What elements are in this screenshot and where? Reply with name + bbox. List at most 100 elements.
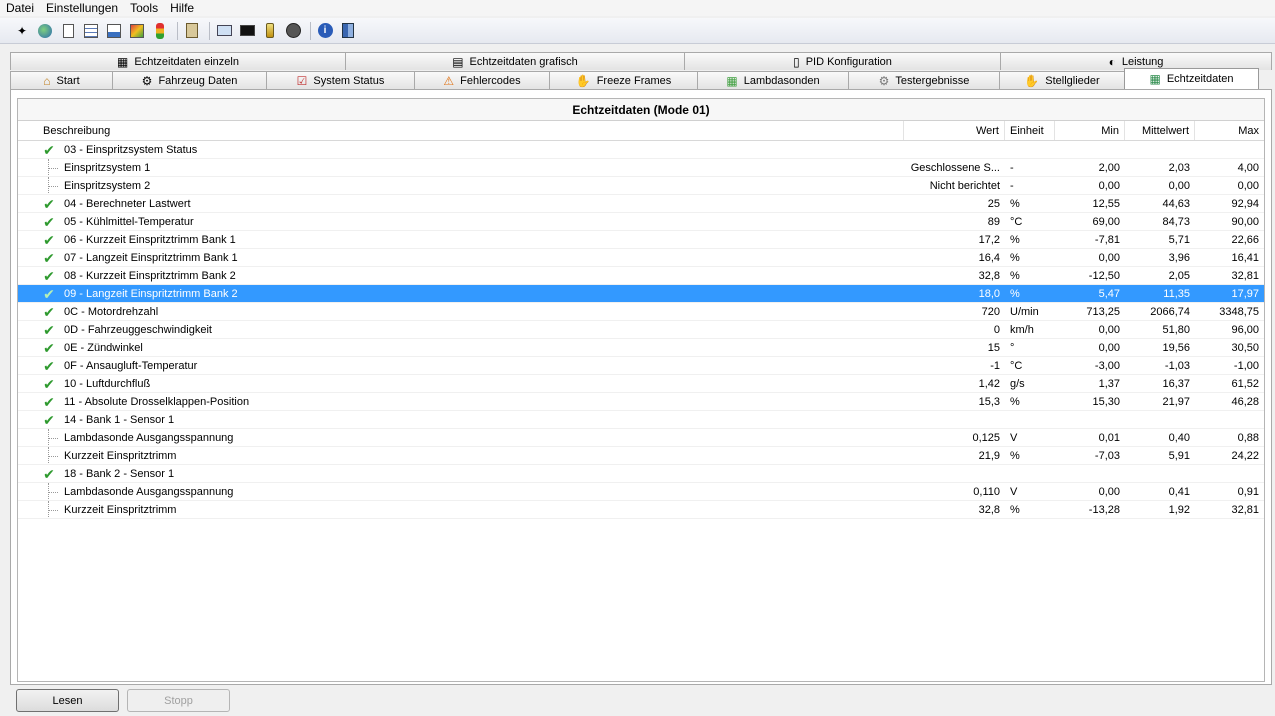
- cell-mittelwert: 2,05: [1168, 270, 1190, 282]
- cell-min: -7,81: [1094, 234, 1120, 246]
- table-row[interactable]: ✔ 0C - Motordrehzahl 720 U/min 713,25 2066,74…: [18, 303, 1264, 321]
- tab-pid-konfiguration[interactable]: ▯ PID Konfiguration: [684, 52, 1001, 70]
- menu-einstellungen[interactable]: Einstellungen: [40, 0, 124, 16]
- tab-row-top: ▦ Echtzeitdaten einzeln ▤ Echtzeitdaten …: [10, 52, 1272, 70]
- traffic-light-icon[interactable]: [150, 21, 170, 41]
- menu-hilfe[interactable]: Hilfe: [164, 0, 200, 16]
- colored-chart-icon[interactable]: [127, 21, 147, 41]
- cell-beschreibung: ✔ 09 - Langzeit Einspritztrimm Bank 2: [18, 285, 904, 302]
- col-header-beschreibung[interactable]: Beschreibung: [18, 121, 904, 140]
- col-header-mittelwert[interactable]: Mittelwert: [1125, 121, 1195, 140]
- tab-label: Stellglieder: [1045, 74, 1100, 87]
- cell-min: [1055, 141, 1125, 158]
- cell-beschreibung: Lambdasonde Ausgangsspannung: [18, 483, 904, 500]
- col-header-einheit[interactable]: Einheit: [1005, 121, 1055, 140]
- tab-start[interactable]: ⌂ Start: [10, 71, 113, 89]
- table-row[interactable]: ✔ 08 - Kurzzeit Einspritztrimm Bank 2 32,8…: [18, 267, 1264, 285]
- table-row[interactable]: ✔ 0E - Zündwinkel 15 ° 0,00 19,56 30,50: [18, 339, 1264, 357]
- terminal-icon[interactable]: [237, 21, 257, 41]
- col-header-max[interactable]: Max: [1195, 121, 1264, 140]
- cell-beschreibung: ✔ 03 - Einspritzsystem Status: [18, 141, 904, 158]
- book-icon[interactable]: [338, 21, 358, 41]
- table-row[interactable]: ✔ 10 - Luftdurchfluß 1,42 g/s 1,37 16,37 61,52: [18, 375, 1264, 393]
- tab-fehlercodes[interactable]: ⚠ Fehlercodes: [414, 71, 550, 89]
- cell-beschreibung: ✔ 04 - Berechneter Lastwert: [18, 195, 904, 212]
- tab-echtzeitdaten-einzeln[interactable]: ▦ Echtzeitdaten einzeln: [10, 52, 346, 70]
- table-row[interactable]: ✔ 06 - Kurzzeit Einspritztrimm Bank 1 17,2…: [18, 231, 1264, 249]
- cell-max: 90,00: [1231, 216, 1259, 228]
- table-row[interactable]: ✔ 11 - Absolute Drosselklappen-Position 15…: [18, 393, 1264, 411]
- menu-tools[interactable]: Tools: [124, 0, 164, 16]
- table-row[interactable]: Lambdasonde Ausgangsspannung 0,125 V 0,01 0,…: [18, 429, 1264, 447]
- row-label: 06 - Kurzzeit Einspritztrimm Bank 1: [64, 233, 236, 246]
- cell-mittelwert: 0,40: [1168, 432, 1190, 444]
- check-icon: ✔: [43, 357, 55, 374]
- globe-icon[interactable]: [35, 21, 55, 41]
- tab-fahrzeug-daten[interactable]: ⚙ Fahrzeug Daten: [112, 71, 267, 89]
- home-icon: ⌂: [43, 73, 51, 88]
- table-row[interactable]: ✔ 14 - Bank 1 - Sensor 1: [18, 411, 1264, 429]
- cell-mittelwert: 0,00: [1168, 180, 1190, 192]
- table-row[interactable]: Einspritzsystem 2 Nicht berichtet - 0,00 0,0…: [18, 177, 1264, 195]
- tab-label: Fehlercodes: [460, 74, 521, 87]
- table-row[interactable]: ✔ 04 - Berechneter Lastwert 25% 12,55 44,63 9…: [18, 195, 1264, 213]
- clipboard-icon[interactable]: [182, 21, 202, 41]
- cell-min: 0,01: [1098, 432, 1120, 444]
- col-header-min[interactable]: Min: [1055, 121, 1125, 140]
- wand-icon[interactable]: ✦: [12, 21, 32, 41]
- tab-echtzeitdaten[interactable]: ▦ Echtzeitdaten: [1124, 68, 1259, 89]
- cell-mittelwert: 44,63: [1162, 198, 1190, 210]
- info-icon[interactable]: i: [315, 21, 335, 41]
- cell-einheit: %: [1010, 234, 1020, 246]
- row-label: 10 - Luftdurchfluß: [64, 377, 151, 390]
- table-row[interactable]: Einspritzsystem 1 Geschlossene S... - 2,00 2…: [18, 159, 1264, 177]
- cell-wert: Geschlossene S...: [910, 162, 1000, 174]
- row-label: 05 - Kühlmittel-Temperatur: [64, 215, 194, 228]
- tab-echtzeitdaten-grafisch[interactable]: ▤ Echtzeitdaten grafisch: [345, 52, 685, 70]
- table-row[interactable]: Kurzzeit Einspritztrimm 21,9% -7,03 5,91 24,…: [18, 447, 1264, 465]
- table-row[interactable]: ✔ 0D - Fahrzeuggeschwindigkeit 0 km/h 0,00 51…: [18, 321, 1264, 339]
- tab-testergebnisse[interactable]: ⚙ Testergebnisse: [848, 71, 1000, 89]
- tab-system-status[interactable]: ☑ System Status: [266, 71, 415, 89]
- tab-lambdasonden[interactable]: ▦ Lambdasonden: [697, 71, 849, 89]
- menu-datei[interactable]: Datei: [0, 0, 40, 16]
- cell-mittelwert: 1,92: [1168, 504, 1190, 516]
- chart-icon[interactable]: [104, 21, 124, 41]
- row-label: Kurzzeit Einspritztrimm: [64, 449, 177, 462]
- tab-freeze-frames[interactable]: ✋ Freeze Frames: [549, 71, 698, 89]
- tab-stellglieder[interactable]: ✋ Stellglieder: [999, 71, 1125, 89]
- table-row[interactable]: Lambdasonde Ausgangsspannung 0,110 V 0,00 0,…: [18, 483, 1264, 501]
- cell-min: -3,00: [1094, 360, 1120, 372]
- col-header-wert[interactable]: Wert: [904, 121, 1005, 140]
- read-button[interactable]: Lesen: [16, 689, 119, 712]
- document-icon[interactable]: [58, 21, 78, 41]
- cell-wert: 32,8: [978, 504, 1000, 516]
- tab-label: Lambdasonden: [743, 74, 820, 87]
- grid-icon[interactable]: [81, 21, 101, 41]
- tree-connector: [48, 483, 62, 500]
- cell-einheit: V: [1010, 486, 1018, 498]
- tree-connector: [48, 177, 62, 194]
- cell-max: 24,22: [1231, 450, 1259, 462]
- battery-icon[interactable]: [260, 21, 280, 41]
- table-row[interactable]: ✔ 09 - Langzeit Einspritztrimm Bank 2 18,0…: [18, 285, 1264, 303]
- gauge-icon[interactable]: [283, 21, 303, 41]
- table-row[interactable]: ✔ 05 - Kühlmittel-Temperatur 89 °C 69,00 84,7…: [18, 213, 1264, 231]
- stop-button[interactable]: Stopp: [127, 689, 230, 712]
- cell-mittelwert: 2,03: [1168, 162, 1190, 174]
- cell-min: [1055, 465, 1125, 482]
- table-row[interactable]: ✔ 18 - Bank 2 - Sensor 1: [18, 465, 1264, 483]
- cell-max: -1,00: [1233, 360, 1259, 372]
- cell-beschreibung: ✔ 0D - Fahrzeuggeschwindigkeit: [18, 321, 904, 338]
- cell-beschreibung: ✔ 0C - Motordrehzahl: [18, 303, 904, 320]
- table-row[interactable]: ✔ 07 - Langzeit Einspritztrimm Bank 1 16,4…: [18, 249, 1264, 267]
- cell-min: 0,00: [1098, 486, 1120, 498]
- table-row[interactable]: Kurzzeit Einspritztrimm 32,8% -13,28 1,92 32…: [18, 501, 1264, 519]
- cell-wert: -1: [990, 360, 1000, 372]
- table-row[interactable]: ✔ 0F - Ansaugluft-Temperatur -1 °C -3,00 -1,0…: [18, 357, 1264, 375]
- row-label: 0D - Fahrzeuggeschwindigkeit: [64, 323, 212, 336]
- document-icon: ▯: [793, 54, 800, 69]
- table-row[interactable]: ✔ 03 - Einspritzsystem Status: [18, 141, 1264, 159]
- cell-beschreibung: Kurzzeit Einspritztrimm: [18, 447, 904, 464]
- monitor-icon[interactable]: [214, 21, 234, 41]
